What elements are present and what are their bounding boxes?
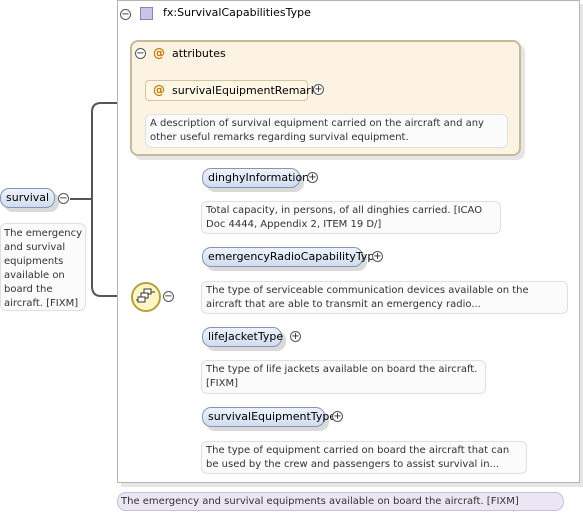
sequence-icon bbox=[136, 288, 155, 303]
complex-type-icon bbox=[140, 7, 153, 20]
element-dinghy-information[interactable]: dinghyInformation bbox=[202, 168, 309, 188]
collapse-type-icon[interactable]: − bbox=[120, 9, 131, 20]
expand-element-icon[interactable]: + bbox=[332, 411, 343, 422]
element-emergency-radio-capability-type[interactable]: emergencyRadioCapabilityType bbox=[202, 247, 381, 267]
collapse-root-icon[interactable]: − bbox=[58, 193, 69, 204]
attribute-description: A description of survival equipment carr… bbox=[145, 114, 508, 148]
root-element-survival[interactable]: survival bbox=[0, 188, 55, 208]
expand-attribute-icon[interactable]: + bbox=[313, 84, 324, 95]
element-description: Total capacity, in persons, of all dingh… bbox=[201, 201, 501, 234]
root-description: The emergency and survival equipments av… bbox=[0, 223, 86, 311]
expand-element-icon[interactable]: + bbox=[372, 251, 383, 262]
collapse-attributes-icon[interactable]: − bbox=[135, 48, 146, 59]
attribute-at-icon: @ bbox=[153, 46, 165, 60]
type-annotation: The emergency and survival equipments av… bbox=[117, 492, 564, 511]
attribute-name: survivalEquipmentRemarks bbox=[172, 84, 323, 97]
collapse-sequence-icon[interactable]: − bbox=[163, 291, 174, 302]
expand-element-icon[interactable]: + bbox=[290, 331, 301, 342]
element-description: The type of serviceable communication de… bbox=[201, 281, 568, 314]
type-label: fx:SurvivalCapabilitiesType bbox=[163, 6, 311, 19]
sequence-compositor[interactable] bbox=[131, 282, 161, 312]
expand-element-icon[interactable]: + bbox=[307, 172, 318, 183]
element-survival-equipment-type[interactable]: survivalEquipmentType bbox=[202, 407, 336, 427]
element-description: The type of life jackets available on bo… bbox=[201, 360, 486, 394]
attribute-at-icon: @ bbox=[153, 83, 165, 97]
attributes-title: attributes bbox=[172, 47, 226, 60]
element-life-jacket-type[interactable]: lifeJacketType bbox=[202, 327, 283, 347]
element-description: The type of equipment carried on board t… bbox=[201, 441, 527, 474]
